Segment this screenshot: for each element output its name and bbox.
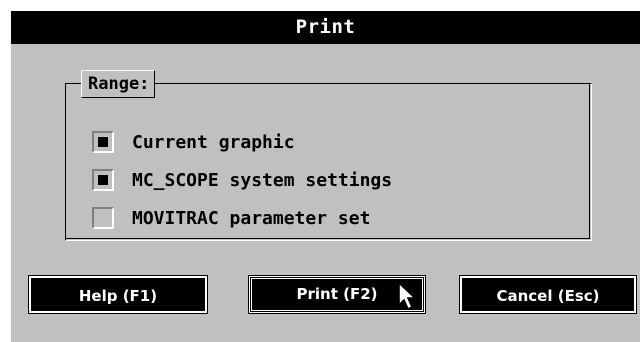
option-current-graphic[interactable]: Current graphic — [92, 130, 295, 154]
help-button[interactable]: Help (F1) — [28, 275, 208, 314]
mc-scope-settings-label: MC_SCOPE system settings — [132, 169, 393, 191]
check-mark-icon — [98, 175, 108, 185]
print-dialog: Print Range: Current graphic MC_SCOPE sy… — [11, 11, 640, 342]
movitrac-parameter-set-checkbox[interactable] — [92, 207, 114, 229]
current-graphic-checkbox[interactable] — [92, 131, 114, 153]
mouse-pointer-icon — [398, 281, 418, 311]
option-mc-scope-settings[interactable]: MC_SCOPE system settings — [92, 168, 392, 192]
range-legend: Range: — [81, 70, 156, 98]
movitrac-parameter-set-label: MOVITRAC parameter set — [132, 207, 371, 229]
check-mark-icon — [98, 137, 108, 147]
option-movitrac-parameter-set[interactable]: MOVITRAC parameter set — [92, 206, 370, 230]
cancel-button[interactable]: Cancel (Esc) — [459, 275, 637, 314]
dialog-title: Print — [11, 11, 640, 44]
range-group: Range: Current graphic MC_SCOPE system s… — [65, 70, 592, 241]
current-graphic-label: Current graphic — [132, 131, 295, 153]
mc-scope-settings-checkbox[interactable] — [92, 169, 114, 191]
